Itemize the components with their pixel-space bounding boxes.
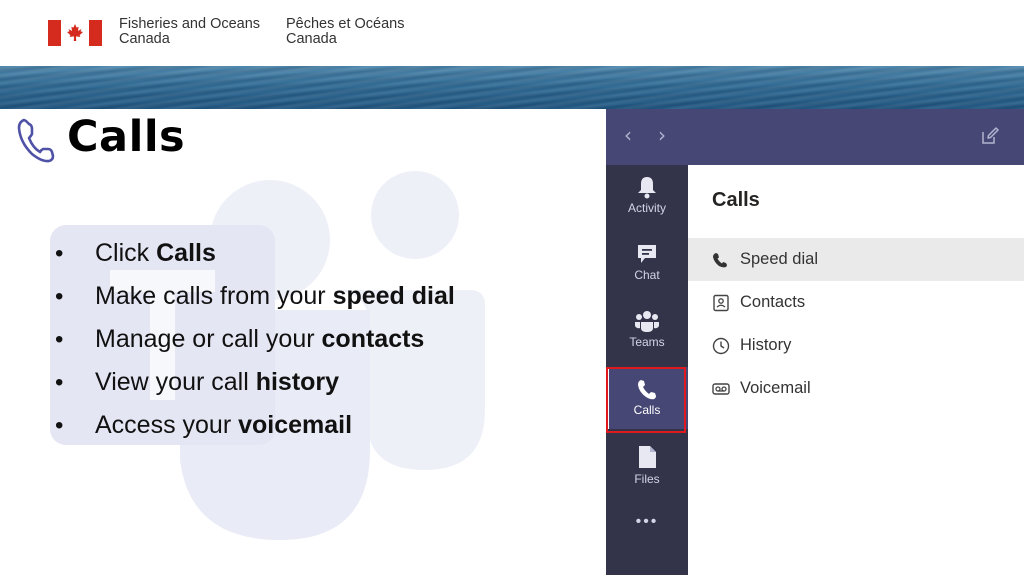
canada-flag-icon	[48, 20, 102, 46]
teams-top-bar: ‹ ›	[606, 109, 1024, 165]
compose-icon[interactable]	[980, 126, 1000, 146]
calls-panel: Calls Speed dial Contacts History Voicem…	[688, 165, 1024, 575]
rail-label: Files	[634, 472, 660, 486]
panel-item-label: Speed dial	[740, 250, 818, 268]
rail-label: Activity	[627, 201, 666, 215]
department-name-en: Fisheries and Oceans Canada	[119, 17, 260, 47]
bullet-item: Access your voicemail	[55, 404, 455, 447]
more-icon: •••	[635, 513, 659, 530]
calls-highlight-box	[606, 367, 686, 433]
bullet-item: Click Calls	[55, 232, 455, 275]
rail-item-activity[interactable]: Activity	[606, 165, 688, 227]
teams-window: ‹ › Activity Chat Teams Calls Files ••• …	[606, 109, 1024, 575]
panel-item-label: History	[740, 336, 792, 354]
file-icon	[639, 446, 656, 468]
phone-icon	[17, 118, 55, 163]
panel-item-speed-dial[interactable]: Speed dial	[688, 238, 1024, 281]
bullet-item: Make calls from your speed dial	[55, 275, 455, 318]
slide-title: Calls	[67, 112, 186, 162]
rail-item-more[interactable]: •••	[606, 513, 688, 577]
contact-card-icon	[713, 294, 729, 312]
app-rail: Activity Chat Teams Calls Files •••	[606, 165, 688, 575]
department-name-fr: Pêches et Océans Canada	[286, 17, 405, 47]
rail-label: Chat	[634, 268, 660, 282]
water-banner	[0, 66, 1024, 109]
dept-fr-line2: Canada	[286, 31, 337, 47]
bell-icon	[638, 177, 656, 199]
panel-item-contacts[interactable]: Contacts	[688, 281, 1024, 324]
gov-header: Fisheries and Oceans Canada Pêches et Oc…	[0, 0, 1024, 66]
dept-en-line1: Fisheries and Oceans	[119, 16, 261, 32]
dept-en-line2: Canada	[119, 31, 170, 47]
voicemail-icon	[712, 383, 730, 395]
panel-item-history[interactable]: History	[688, 324, 1024, 367]
chevron-right-icon[interactable]: ›	[658, 125, 674, 145]
chat-icon	[638, 245, 656, 263]
panel-item-voicemail[interactable]: Voicemail	[688, 367, 1024, 410]
dept-fr-line1: Pêches et Océans	[286, 16, 405, 32]
panel-item-label: Voicemail	[740, 379, 811, 397]
clock-icon	[712, 337, 730, 355]
panel-title: Calls	[712, 189, 760, 211]
teams-icon	[635, 311, 659, 332]
panel-item-label: Contacts	[740, 293, 806, 311]
bullet-item: View your call history	[55, 361, 455, 404]
rail-item-files[interactable]: Files	[606, 434, 688, 496]
phone-icon	[713, 253, 727, 268]
rail-item-teams[interactable]: Teams	[606, 299, 688, 361]
bullet-item: Manage or call your contacts	[55, 318, 455, 361]
chevron-left-icon[interactable]: ‹	[624, 125, 640, 145]
rail-item-chat[interactable]: Chat	[606, 232, 688, 294]
bullet-list: Click Calls Make calls from your speed d…	[55, 232, 455, 447]
rail-label: Teams	[629, 335, 665, 349]
